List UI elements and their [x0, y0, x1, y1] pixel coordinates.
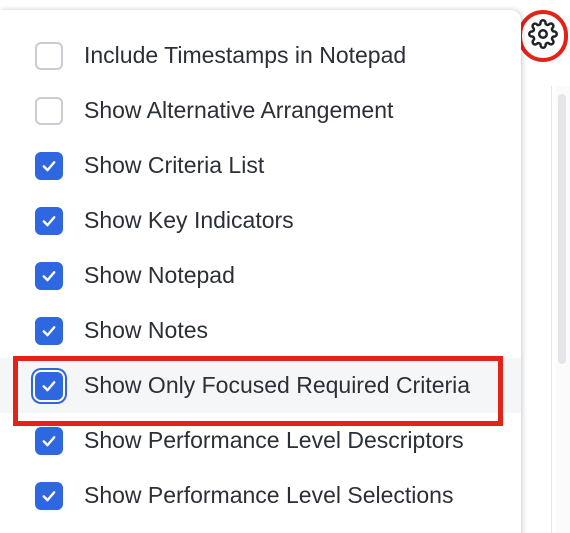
menu-item-label: Include Timestamps in Notepad: [84, 42, 407, 68]
checkbox-checked[interactable]: [35, 151, 63, 180]
menu-item-label: Show Criteria List: [84, 152, 265, 178]
menu-item[interactable]: Show Alternative Arrangement: [0, 83, 521, 138]
checkbox-unchecked[interactable]: [35, 96, 63, 125]
checkbox-checked[interactable]: [35, 426, 63, 455]
checkmark-icon: [40, 432, 58, 450]
checkbox-checked[interactable]: [35, 371, 63, 400]
settings-menu: Include Timestamps in Notepad Show Altern…: [0, 10, 521, 533]
checkmark-icon: [40, 322, 58, 340]
menu-item[interactable]: Show Criteria List: [0, 138, 521, 193]
checkmark-icon: [40, 377, 58, 395]
gear-icon: [528, 18, 558, 54]
checkmark-icon: [40, 157, 58, 175]
menu-item[interactable]: Include Timestamps in Notepad: [0, 28, 521, 83]
background-divider: [551, 86, 552, 533]
menu-item[interactable]: Show Only Focused Required Criteria: [0, 358, 521, 413]
checkmark-icon: [40, 487, 58, 505]
menu-item[interactable]: Show Key Indicators: [0, 193, 521, 248]
scrollbar-thumb[interactable]: [558, 94, 566, 364]
menu-item[interactable]: Show Notes: [0, 303, 521, 358]
checkmark-icon: [40, 267, 58, 285]
checkbox-checked[interactable]: [35, 316, 63, 345]
menu-item[interactable]: Show Performance Level Selections: [0, 468, 521, 523]
checkbox-checked[interactable]: [35, 261, 63, 290]
menu-item-label: Show Only Focused Required Criteria: [84, 372, 471, 398]
page: Include Timestamps in Notepad Show Altern…: [0, 0, 570, 533]
menu-item-label: Show Alternative Arrangement: [84, 97, 394, 123]
menu-item[interactable]: Show Performance Level Descriptors: [0, 413, 521, 468]
checkbox-checked[interactable]: [35, 481, 63, 510]
checkmark-icon: [40, 212, 58, 230]
checkbox-unchecked[interactable]: [35, 41, 63, 70]
menu-item[interactable]: Show Notepad: [0, 248, 521, 303]
menu-item-label: Show Notes: [84, 317, 209, 343]
menu-item-label: Show Performance Level Selections: [84, 482, 454, 508]
menu-item-label: Show Notepad: [84, 262, 235, 288]
menu-item-label: Show Performance Level Descriptors: [84, 427, 464, 453]
settings-button[interactable]: [518, 10, 568, 62]
menu-item-label: Show Key Indicators: [84, 207, 294, 233]
checkbox-checked[interactable]: [35, 206, 63, 235]
